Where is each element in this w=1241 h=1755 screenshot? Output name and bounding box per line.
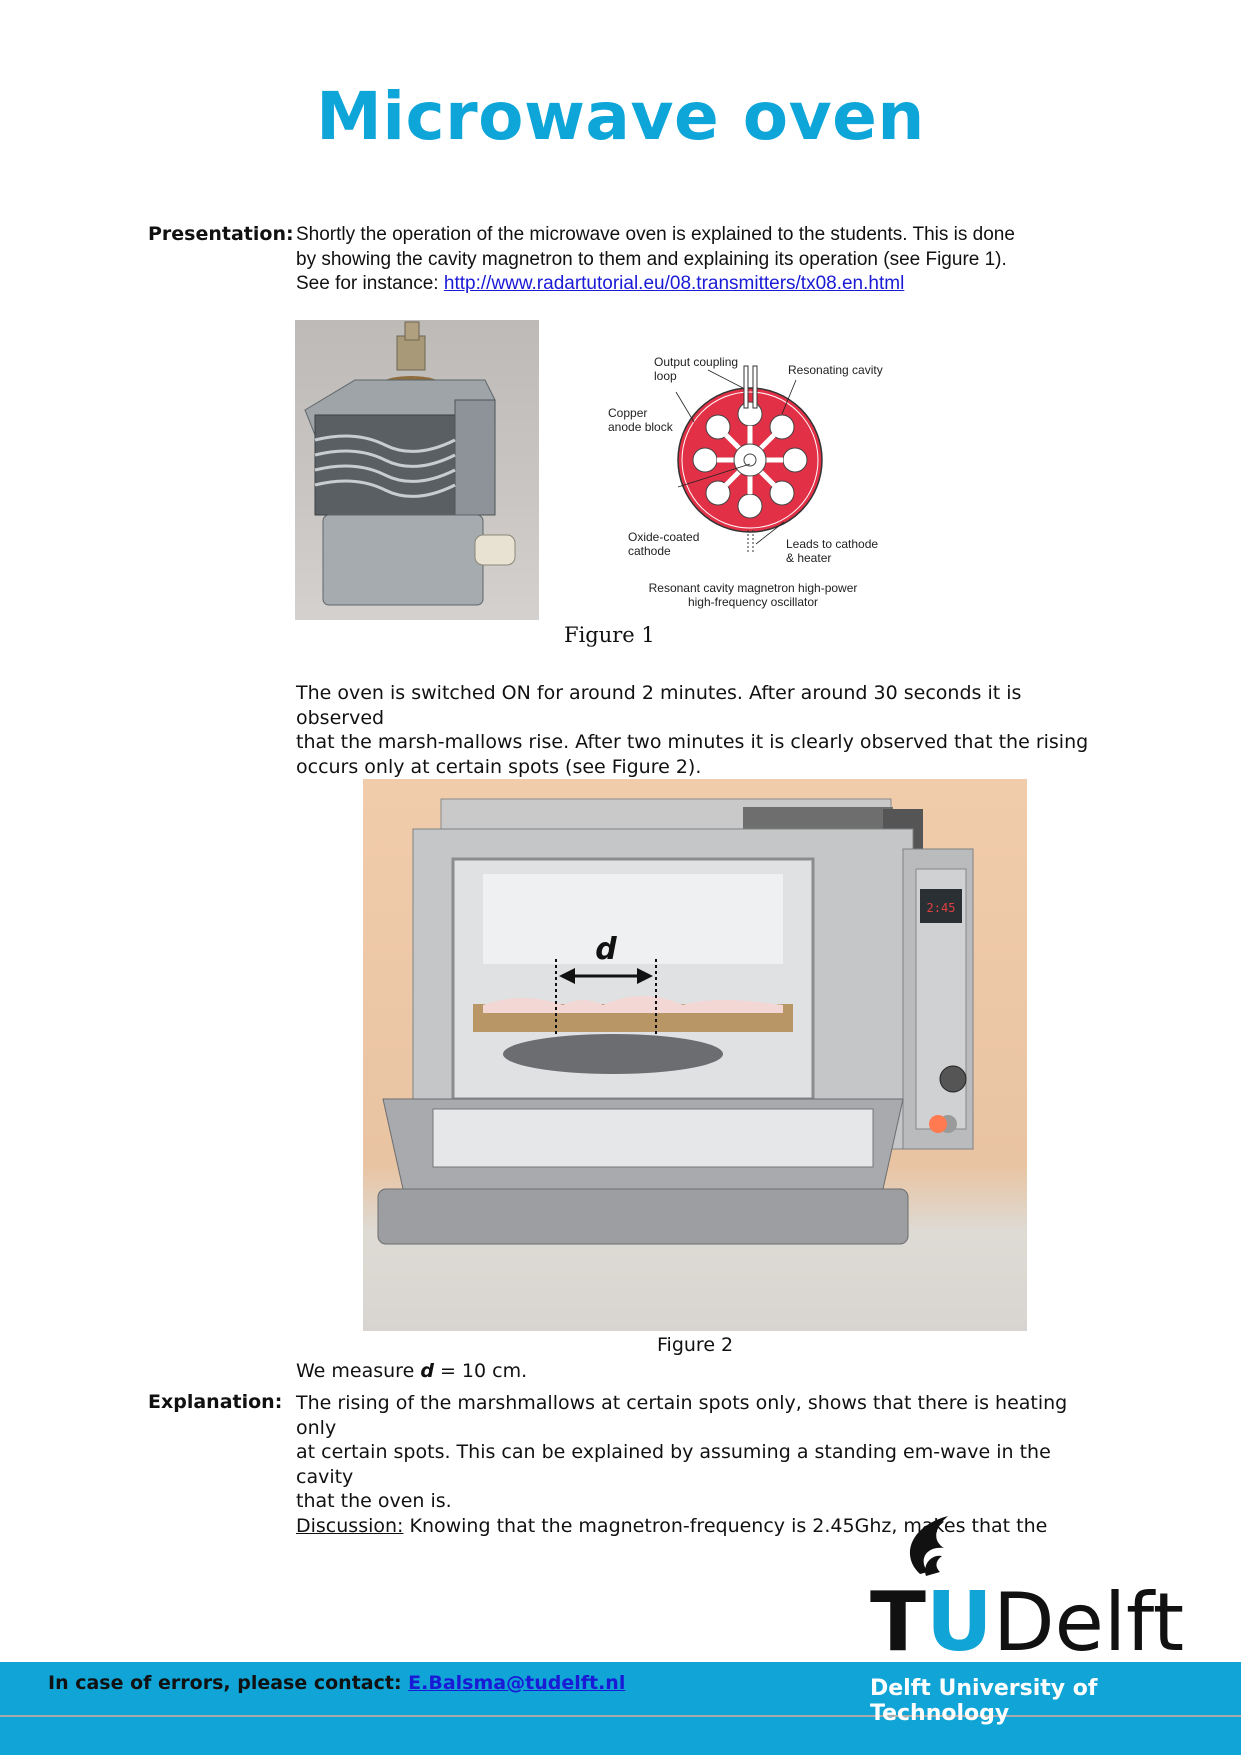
discussion-label: Discussion: [296,1514,404,1537]
tudelft-logo: T U Delft [870,1516,1210,1670]
logo-delft: Delft [993,1576,1184,1652]
label-copper: Copper [608,406,647,420]
university-name: Delft University of Technology [870,1676,1098,1726]
observation-line-1: The oven is switched ON for around 2 min… [296,682,1022,729]
measure-line: We measure d = 10 cm. [296,1359,1096,1384]
presentation-paragraph: Shortly the operation of the microwave o… [296,223,1096,297]
contact-prefix: In case of errors, please contact: [48,1672,409,1694]
label-output-coupling: Output coupling [654,355,738,369]
radartutorial-link[interactable]: http://www.radartutorial.eu/08.transmitt… [444,273,904,294]
diagram-caption-2: high-frequency oscillator [688,595,818,609]
page-title: Microwave oven [316,78,925,155]
explanation-line-1: The rising of the marshmallows at certai… [296,1392,1068,1439]
explanation-line-2: at certain spots. This can be explained … [296,1441,1051,1488]
presentation-label: Presentation: [148,223,294,245]
label-cathode: cathode [628,544,671,558]
label-anode-block: anode block [608,420,674,434]
logo-t: T [870,1575,926,1652]
see-prefix: See for instance: [296,273,444,294]
logo-u: U [926,1575,993,1652]
presentation-line-1: Shortly the operation of the microwave o… [296,224,1015,245]
label-oxide-coated: Oxide-coated [628,530,699,544]
label-heater: & heater [786,551,831,565]
oven-display: 2:45 [927,901,956,915]
observation-line-2: that the marsh-mallows rise. After two m… [296,731,1089,753]
magnetron-diagram: Output coupling loop Resonating cavity C… [598,352,908,612]
label-leads: Leads to cathode [786,537,878,551]
contact-line: In case of errors, please contact: E.Bal… [48,1672,625,1694]
explanation-label: Explanation: [148,1391,283,1413]
presentation-line-2: by showing the cavity magnetron to them … [296,248,1007,270]
diagram-caption-1: Resonant cavity magnetron high-power [649,581,858,595]
observation-paragraph: The oven is switched ON for around 2 min… [296,681,1096,779]
magnetron-photo [295,320,539,620]
contact-email-link[interactable]: E.Balsma@tudelft.nl [408,1672,625,1694]
figure-1-caption: Figure 1 [564,623,655,647]
measure-symbol: d [420,1360,434,1382]
oven-photo: 2:45 d [363,779,1027,1331]
presentation-line-3: See for instance: http://www.radartutori… [296,272,1096,297]
label-loop: loop [654,369,677,383]
measure-suffix: = 10 cm. [433,1360,528,1382]
explanation-line-3: that the oven is. [296,1490,452,1512]
observation-line-3: occurs only at certain spots (see Figure… [296,755,702,778]
measure-prefix: We measure [296,1360,421,1382]
label-resonating-cavity: Resonating cavity [788,363,883,377]
figure-2-caption: Figure 2 [657,1334,734,1356]
d-label: d [595,932,617,967]
